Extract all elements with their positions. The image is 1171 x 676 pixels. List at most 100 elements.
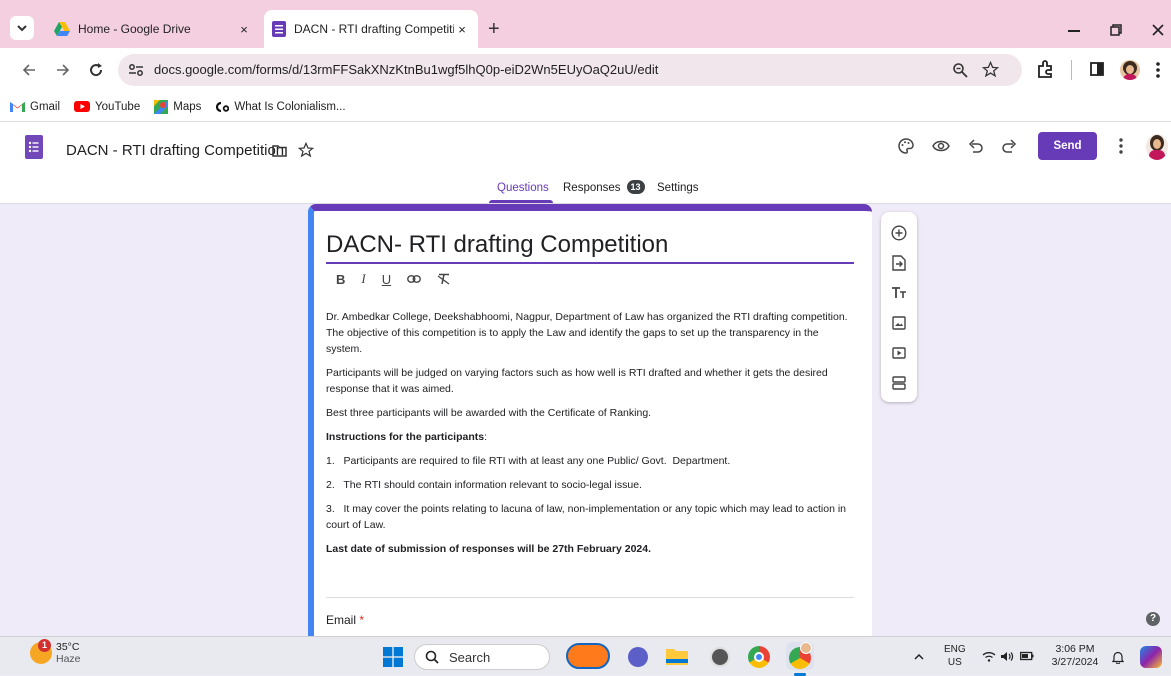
bookmark-label: Gmail (30, 100, 61, 113)
copilot-icon[interactable] (1140, 646, 1162, 668)
chrome-menu-icon[interactable] (1156, 62, 1160, 78)
restore-icon[interactable] (1110, 24, 1122, 36)
add-section-button[interactable] (892, 368, 906, 398)
chrome-profile-badge (800, 642, 812, 654)
address-bar[interactable]: docs.google.com/forms/d/13rmFFSakXNzKtnB… (118, 54, 1022, 86)
tab-forms[interactable]: DACN - RTI drafting Competitio × (264, 10, 478, 48)
wifi-icon[interactable] (982, 651, 996, 662)
close-window-icon[interactable] (1152, 24, 1164, 36)
profile-avatar[interactable] (1120, 60, 1140, 80)
maps-icon (154, 99, 169, 114)
clear-formatting-icon[interactable] (437, 273, 451, 285)
language-indicator[interactable]: ENG US (944, 643, 966, 669)
avatar-face (1126, 65, 1134, 74)
browser-toolbar: docs.google.com/forms/d/13rmFFSakXNzKtnB… (0, 48, 1171, 92)
description-paragraph: Dr. Ambedkar College, Deekshabhoomi, Nag… (326, 311, 848, 355)
import-questions-button[interactable] (892, 248, 906, 278)
add-question-button[interactable] (891, 218, 907, 248)
windows-taskbar: 1 35°C Haze Search ENG US 3:06 PM 3/27/2… (0, 636, 1171, 676)
send-button[interactable]: Send (1038, 132, 1097, 160)
side-panel-icon[interactable] (1090, 62, 1104, 76)
tab-list-button[interactable] (10, 16, 34, 40)
teams-chat-icon[interactable] (628, 647, 648, 667)
link-icon[interactable] (407, 275, 422, 283)
italic-button[interactable]: I (361, 271, 365, 287)
add-image-button[interactable] (892, 308, 906, 338)
add-title-button[interactable] (891, 278, 907, 308)
palette-icon[interactable] (898, 138, 914, 154)
more-options-icon[interactable] (1119, 138, 1123, 154)
chrome-profile-icon[interactable] (786, 642, 814, 676)
forms-logo-icon[interactable] (25, 135, 43, 159)
required-asterisk: * (359, 613, 365, 627)
search-label: Search (449, 649, 491, 665)
title-underline (326, 262, 854, 264)
battery-icon[interactable] (1020, 651, 1034, 661)
bookmark-label: What Is Colonialism... (234, 100, 346, 113)
section-icon (892, 376, 906, 390)
deadline-text: Last date of submission of responses wil… (326, 543, 652, 555)
reload-icon[interactable] (88, 62, 104, 78)
close-tab-button[interactable]: × (454, 22, 470, 37)
tab-responses[interactable]: Responses 13 (563, 180, 645, 204)
bookmark-star-icon[interactable] (982, 61, 999, 78)
tab-questions[interactable]: Questions (489, 182, 553, 204)
tab-google-drive[interactable]: Home - Google Drive × (46, 10, 260, 48)
form-title-input[interactable]: DACN- RTI drafting Competition (326, 231, 668, 259)
avatar-face (1153, 139, 1161, 149)
windows-start-icon[interactable] (383, 647, 403, 667)
folder-icon[interactable] (272, 144, 287, 157)
avatar-body (1149, 150, 1165, 160)
instruction-item: 3. It may cover the points relating to l… (326, 503, 849, 531)
email-question[interactable]: Email * (326, 613, 364, 627)
form-description[interactable]: Dr. Ambedkar College, Deekshabhoomi, Nag… (326, 309, 856, 565)
instructions-colon: : (484, 431, 488, 443)
zoom-icon[interactable] (952, 62, 968, 78)
bookmark-colonialism[interactable]: What Is Colonialism... (215, 100, 346, 113)
bold-button[interactable]: B (336, 272, 345, 287)
extensions-icon[interactable] (1036, 60, 1054, 78)
form-title-card: DACN- RTI drafting Competition B I U Dr.… (308, 204, 872, 636)
minimize-icon[interactable] (1068, 30, 1080, 32)
tab-settings-label: Settings (657, 182, 699, 194)
notification-bell-icon[interactable] (1112, 651, 1124, 664)
file-explorer-icon[interactable] (666, 647, 688, 665)
taskbar-search[interactable]: Search (414, 644, 550, 670)
undo-icon[interactable] (968, 139, 983, 153)
new-tab-button[interactable]: + (488, 18, 500, 41)
question-toolbar (881, 212, 917, 402)
add-circle-icon (891, 225, 907, 241)
form-document-title[interactable]: DACN - RTI drafting Competition (66, 142, 284, 159)
back-icon[interactable] (22, 63, 36, 77)
email-question-label: Email (326, 613, 357, 627)
url-text: docs.google.com/forms/d/13rmFFSakXNzKtnB… (154, 62, 659, 77)
instructions-heading: Instructions for the participants: (326, 429, 856, 445)
weather-desc: Haze (56, 653, 81, 665)
forward-icon[interactable] (56, 63, 70, 77)
show-hidden-icons-chevron-up-icon[interactable] (914, 653, 924, 661)
bookmark-maps[interactable]: Maps (154, 99, 201, 114)
redo-icon[interactable] (1002, 139, 1017, 153)
taskbar-app-icon[interactable] (710, 647, 730, 667)
taskbar-app-widget[interactable] (566, 643, 610, 669)
description-paragraph: Participants will be judged on varying f… (326, 367, 828, 395)
star-icon[interactable] (298, 142, 314, 158)
site-info-icon[interactable] (128, 63, 144, 77)
volume-icon[interactable] (1000, 651, 1014, 662)
help-icon[interactable]: ? (1146, 612, 1160, 626)
weather-widget[interactable]: 1 35°C Haze (30, 639, 81, 665)
bookmark-gmail[interactable]: Gmail (10, 101, 60, 113)
account-avatar[interactable] (1146, 134, 1168, 160)
bookmark-youtube[interactable]: YouTube (74, 101, 140, 113)
description-paragraph: Best three participants will be awarded … (326, 407, 652, 419)
underline-button[interactable]: U (382, 272, 391, 287)
instruction-item: 1. Participants are required to file RTI… (326, 455, 731, 467)
clock[interactable]: 3:06 PM 3/27/2024 (1041, 643, 1109, 669)
clock-date: 3/27/2024 (1051, 656, 1099, 668)
add-video-button[interactable] (892, 338, 906, 368)
preview-eye-icon[interactable] (932, 140, 950, 152)
toolbar-divider (1071, 60, 1072, 80)
chrome-icon[interactable] (748, 646, 770, 668)
tab-settings[interactable]: Settings (657, 182, 699, 204)
close-tab-button[interactable]: × (236, 22, 252, 37)
